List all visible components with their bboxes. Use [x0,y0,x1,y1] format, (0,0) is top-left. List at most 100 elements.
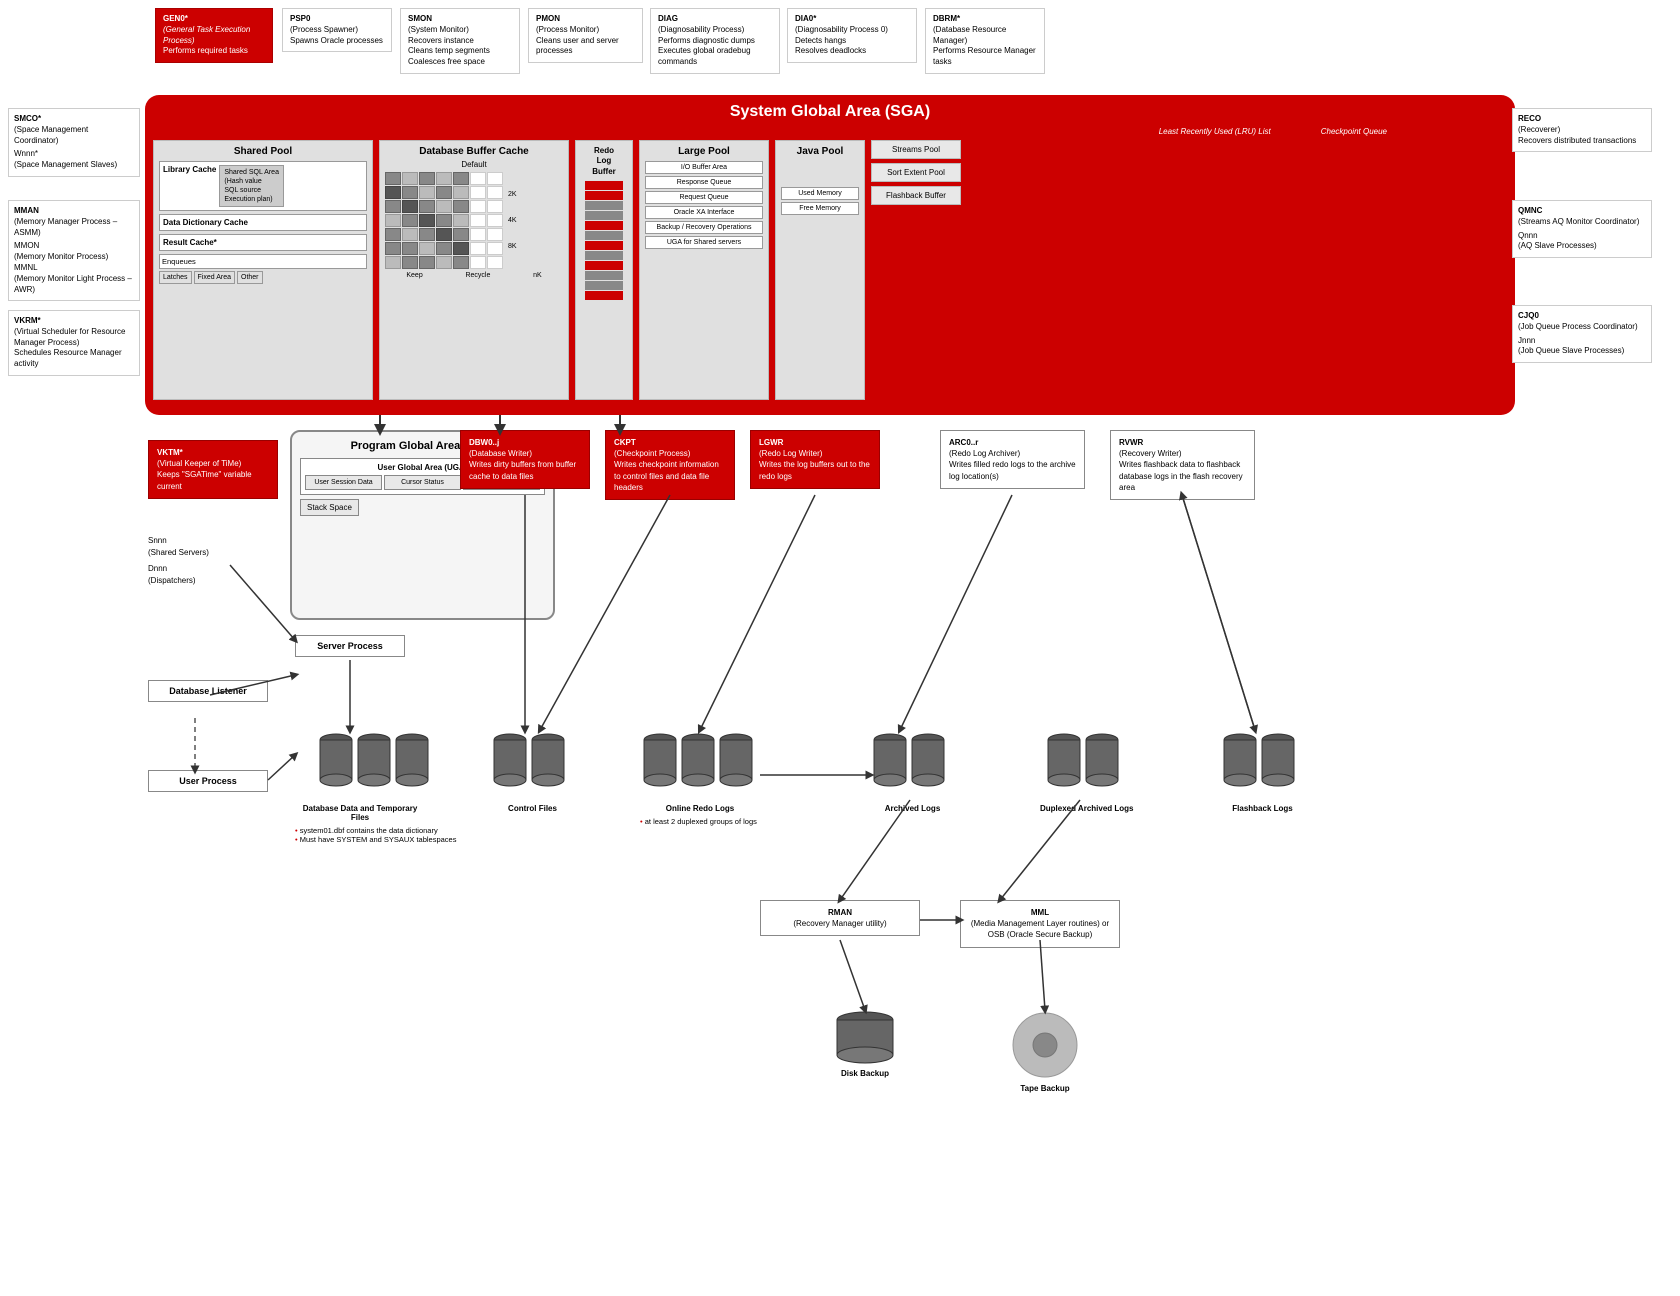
grid-cell [453,214,469,227]
snnn-dnnn: Snnn(Shared Servers) Dnnn(Dispatchers) [148,535,209,587]
dbwn-desc: Writes dirty buffers from buffer cache t… [469,459,581,481]
grid-cell [436,242,452,255]
grid-cell [470,228,486,241]
large-pool-items: I/O Buffer Area Response Queue Request Q… [645,161,763,249]
grid-cell [419,256,435,269]
disk-backup-cylinder-svg [830,1010,900,1065]
pmon-desc: Cleans user and server processes [536,36,635,58]
keep-label: Keep [406,272,422,279]
tape-backup-label: Tape Backup [1010,1084,1080,1093]
dbwn-subtitle: (Database Writer) [469,448,581,459]
used-memory: Used Memory [781,187,859,200]
grid-cell [470,214,486,227]
vktm-box: VKTM* (Virtual Keeper of TiMe) Keeps "SG… [148,440,278,499]
cursor-status-cell: Cursor Status [384,475,461,490]
rvwr-subtitle: (Recovery Writer) [1119,448,1246,459]
reco-desc: Recovers distributed transactions [1518,136,1646,147]
grid-cell [419,186,435,199]
gen0-process-box: GEN0* (General Task Execution Process) P… [155,8,273,63]
redo-cell-4 [585,211,623,220]
redo-cell-6 [585,231,623,240]
sga-container: System Global Area (SGA) Least Recently … [145,95,1515,415]
dbrm-process-box: DBRM* (Database Resource Manager) Perfor… [925,8,1045,74]
rman-name: RMAN [769,907,911,918]
latches-row: Latches Fixed Area Other [159,271,367,284]
grid-cell [453,242,469,255]
buffer-size-labels: 2K 4K 8K [508,172,517,269]
server-process-box: Server Process [295,635,405,657]
shared-sql-area-box: Shared SQL Area (Hash valueSQL sourceExe… [219,165,284,207]
snnn-label: Snnn(Shared Servers) [148,535,209,559]
large-pool-panel: Large Pool I/O Buffer Area Response Queu… [639,140,769,400]
redo-cell-9 [585,261,623,270]
dbrm-name: DBRM* [933,14,1037,25]
dia0-desc: Detects hangsResolves deadlocks [795,36,909,58]
lru-label: Least Recently Used (LRU) List [1159,127,1271,136]
dbwn-box: DBW0..j (Database Writer) Writes dirty b… [460,430,590,489]
vkrm-box: VKRM* (Virtual Scheduler for Resource Ma… [8,310,140,376]
flashback-buffer: Flashback Buffer [871,186,961,205]
grid-cell [402,228,418,241]
cjq0-subtitle: (Job Queue Process Coordinator) [1518,322,1646,333]
java-pool-panel: Java Pool Used Memory Free Memory [775,140,865,400]
redo-cell-7 [585,241,623,250]
archived-logs-cylinder-svg [870,730,955,800]
data-dict-cache-label: Data Dictionary Cache [159,214,367,231]
grid-cell [436,186,452,199]
grid-cell [402,200,418,213]
mml-name: MML [969,907,1111,918]
grid-cell [470,186,486,199]
grid-cell [453,256,469,269]
grid-cell [385,256,401,269]
pmon-process-box: PMON (Process Monitor) Cleans user and s… [528,8,643,63]
rvwr-box: RVWR (Recovery Writer) Writes flashback … [1110,430,1255,500]
buffer-grid [385,172,503,269]
grid-cell [453,200,469,213]
grid-cell [402,186,418,199]
enqueues-row: Enqueues [159,254,367,269]
tape-backup-svg [1010,1010,1080,1080]
online-redo-logs-label: Online Redo Logs [640,804,760,813]
stack-space-cell: Stack Space [300,499,359,516]
db-data-cylinder-svg [316,730,436,800]
buffer-bottom-labels: Keep Recycle nK [385,272,563,279]
smon-name: SMON [408,14,512,25]
dia0-name: DIA0* [795,14,909,25]
arc0-name: ARC0..r [949,437,1076,448]
java-pool-title: Java Pool [781,146,859,157]
grid-cell [470,242,486,255]
archived-logs-group: Archived Logs [870,730,955,813]
grid-cell [487,200,503,213]
smco-subtitle: (Space Management Coordinator) [14,125,134,147]
grid-cell [453,172,469,185]
ckpt-desc: Writes checkpoint information to control… [614,459,726,493]
result-cache-label: Result Cache* [159,234,367,251]
smon-desc: Recovers instanceCleans temp segmentsCoa… [408,36,512,68]
mman-box: MMAN (Memory Manager Process – ASMM) MMO… [8,200,140,301]
grid-cell [385,186,401,199]
archived-logs-label: Archived Logs [870,804,955,813]
disk-backup-label: Disk Backup [830,1069,900,1078]
grid-cell [487,214,503,227]
free-memory: Free Memory [781,202,859,215]
wnnn-label: Wnnn*(Space Management Slaves) [14,149,134,171]
rman-subtitle: (Recovery Manager utility) [769,918,911,929]
fixed-area-label: Fixed Area [194,271,235,284]
latches-label: Latches [159,271,192,284]
grid-cell [453,186,469,199]
grid-cell [402,256,418,269]
redo-cell-5 [585,221,623,230]
buffer-grid-container: 2K 4K 8K [385,172,563,269]
grid-cell [385,200,401,213]
vktm-subtitle: (Virtual Keeper of TiMe) [157,458,269,469]
smon-process-box: SMON (System Monitor) Recovers instanceC… [400,8,520,74]
grid-cell [487,242,503,255]
redo-cell-11 [585,281,623,290]
arc0-subtitle: (Redo Log Archiver) [949,448,1076,459]
pmon-name: PMON [536,14,635,25]
grid-cell [402,242,418,255]
grid-cell [487,186,503,199]
reco-box: RECO (Recoverer) Recovers distributed tr… [1512,108,1652,152]
gen0-name: GEN0* [163,14,265,25]
grid-cell [419,242,435,255]
